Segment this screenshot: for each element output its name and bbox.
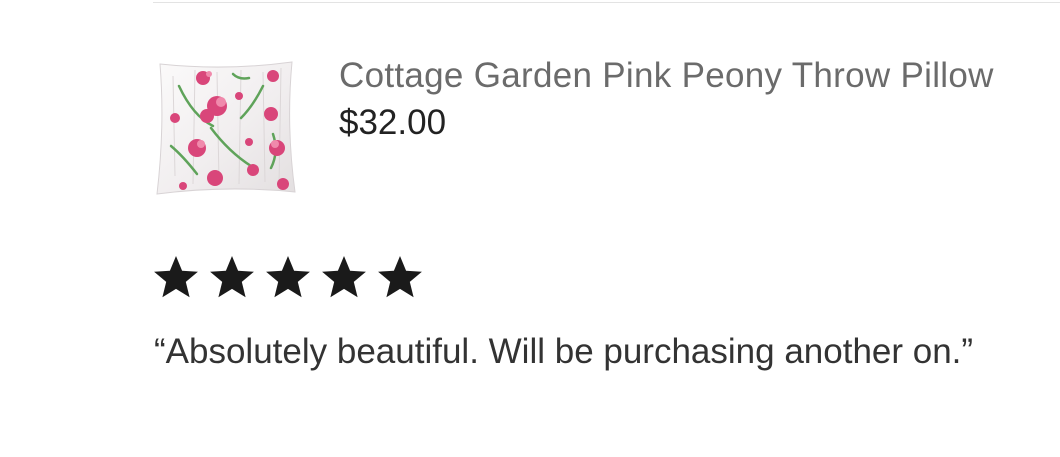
product-info: Cottage Garden Pink Peony Throw Pillow $… xyxy=(339,52,1029,144)
top-divider xyxy=(153,2,1060,3)
product-title[interactable]: Cottage Garden Pink Peony Throw Pillow xyxy=(339,52,1029,99)
product-row: Cottage Garden Pink Peony Throw Pillow $… xyxy=(153,52,1033,202)
review-text: “Absolutely beautiful. Will be purchasin… xyxy=(154,332,974,371)
star-icon xyxy=(322,256,366,298)
star-icon xyxy=(378,256,422,298)
star-icon xyxy=(210,256,254,298)
product-price: $32.00 xyxy=(339,103,447,142)
star-icon xyxy=(154,256,198,298)
product-thumbnail[interactable] xyxy=(153,56,299,196)
star-icon xyxy=(266,256,310,298)
star-rating xyxy=(152,253,424,301)
